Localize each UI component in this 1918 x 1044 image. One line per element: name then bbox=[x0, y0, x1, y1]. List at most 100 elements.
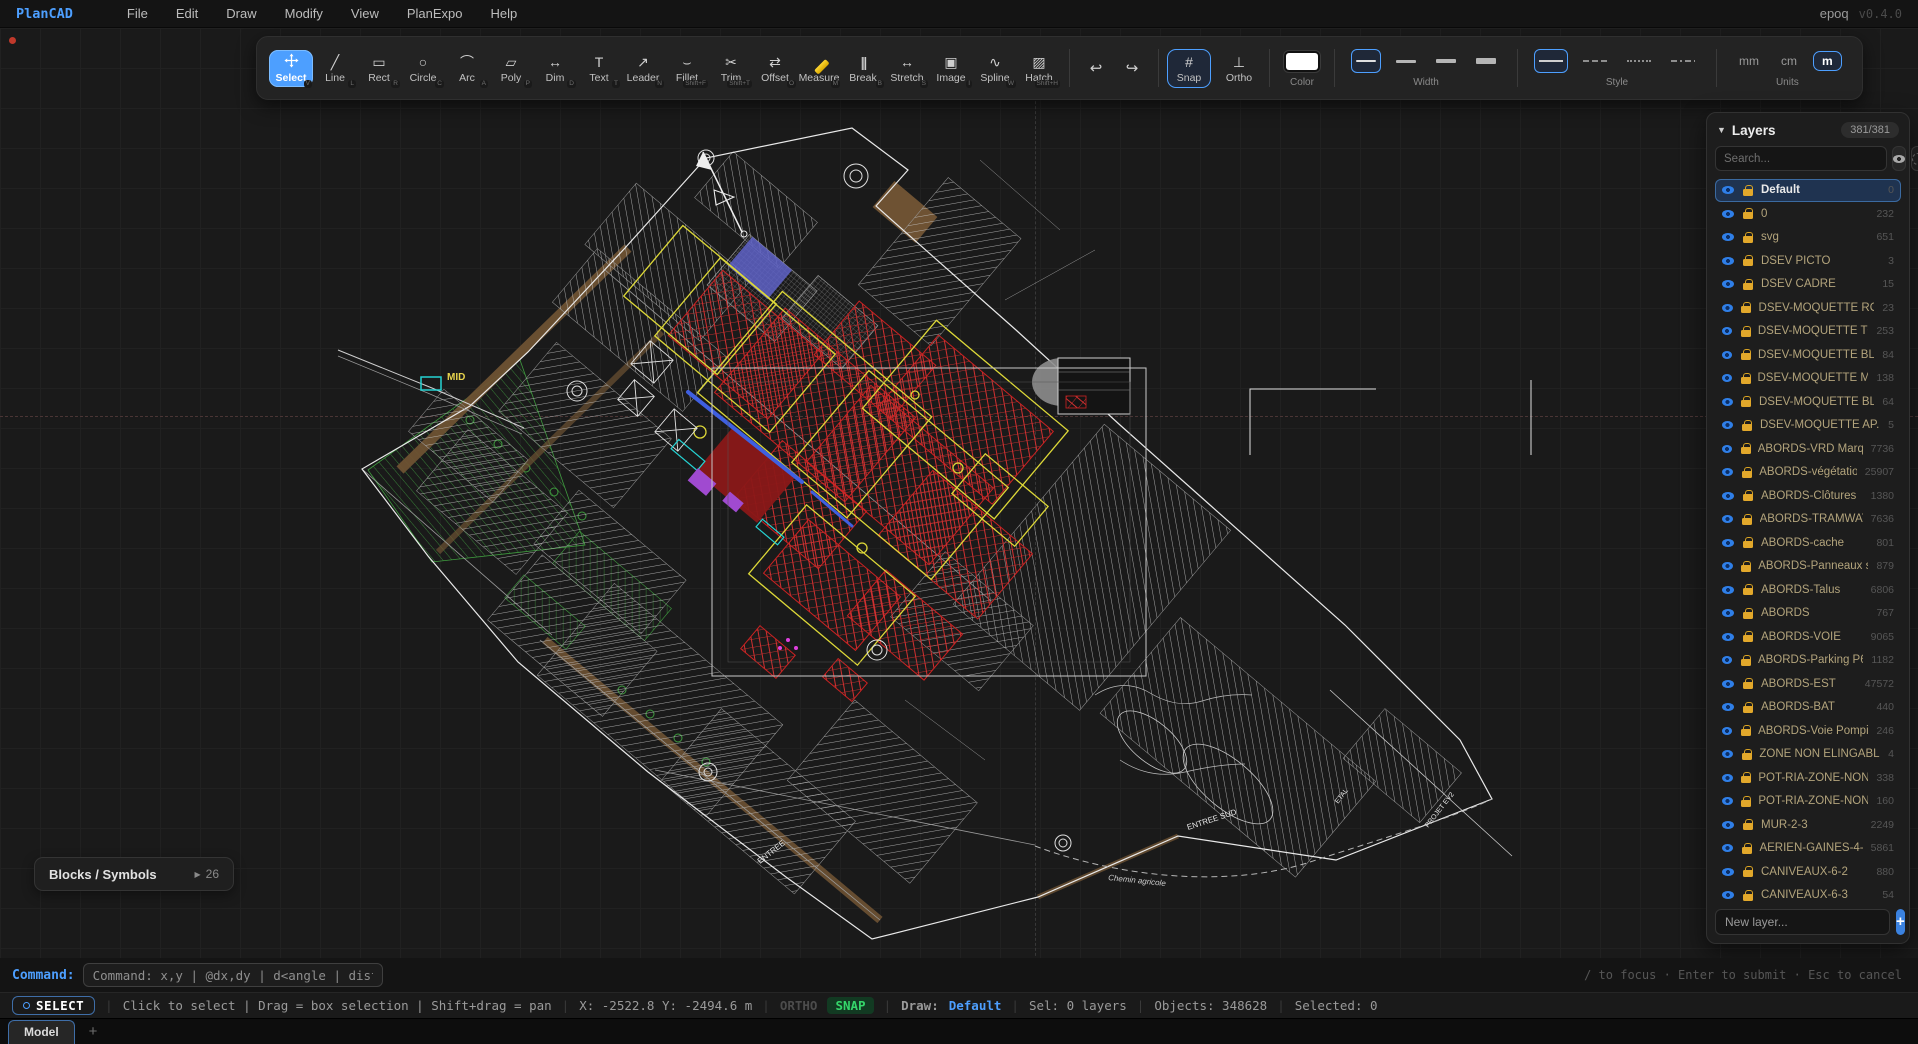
menu-modify[interactable]: Modify bbox=[271, 6, 337, 21]
layer-row[interactable]: DSEV PICTO3 bbox=[1715, 250, 1901, 273]
lock-icon[interactable] bbox=[1740, 443, 1749, 454]
visibility-eye-icon[interactable] bbox=[1722, 539, 1734, 547]
width-option-3[interactable] bbox=[1431, 49, 1461, 73]
layer-row[interactable]: ABORDS-Voie Pompiers246 bbox=[1715, 720, 1901, 743]
visibility-eye-icon[interactable] bbox=[1722, 468, 1733, 476]
unit-mm[interactable]: mm bbox=[1733, 52, 1765, 70]
drawing-viewport[interactable]: MID bbox=[0, 28, 1918, 958]
tool-circle[interactable]: ○CircleC bbox=[401, 50, 445, 87]
tool-trim[interactable]: ✂TrimShift+T bbox=[709, 50, 753, 87]
layer-row[interactable]: ABORDS-Parking P6 ...1182 bbox=[1715, 649, 1901, 672]
color-swatch[interactable] bbox=[1286, 53, 1318, 70]
add-layer-button[interactable]: + bbox=[1896, 909, 1905, 935]
layer-row[interactable]: DSEV-MOQUETTE RO...23 bbox=[1715, 297, 1901, 320]
visibility-eye-icon[interactable] bbox=[1722, 821, 1734, 829]
lock-icon[interactable] bbox=[1742, 490, 1753, 501]
visibility-eye-icon[interactable] bbox=[1722, 515, 1733, 523]
tool-offset[interactable]: ⇄OffsetO bbox=[753, 50, 797, 87]
layer-row[interactable]: DSEV-MOQUETTE BLA...84 bbox=[1715, 344, 1901, 367]
visibility-eye-icon[interactable] bbox=[1722, 233, 1734, 241]
tool-stretch[interactable]: ↔StretchS bbox=[885, 50, 929, 87]
layer-row[interactable]: MUR-2-32249 bbox=[1715, 814, 1901, 837]
visibility-eye-icon[interactable] bbox=[1722, 374, 1732, 382]
visibility-eye-icon[interactable] bbox=[1722, 727, 1732, 735]
lock-icon[interactable] bbox=[1742, 678, 1753, 689]
layer-row[interactable]: CANIVEAUX-6-2880 bbox=[1715, 861, 1901, 884]
layer-row[interactable]: ZONE NON ELINGABL...4 bbox=[1715, 743, 1901, 766]
lock-icon[interactable] bbox=[1742, 185, 1753, 196]
snap-toggle[interactable]: # Snap bbox=[1167, 49, 1211, 88]
lock-icon[interactable] bbox=[1741, 514, 1751, 525]
visibility-eye-icon[interactable] bbox=[1722, 609, 1734, 617]
menu-draw[interactable]: Draw bbox=[212, 6, 270, 21]
style-option-dashed[interactable] bbox=[1578, 49, 1612, 73]
lock-icon[interactable] bbox=[1741, 561, 1751, 572]
lock-icon[interactable] bbox=[1740, 349, 1750, 360]
visibility-eye-icon[interactable] bbox=[1722, 398, 1733, 406]
visibility-eye-icon[interactable] bbox=[1722, 656, 1732, 664]
layer-row[interactable]: ABORDS-Panneaux si...879 bbox=[1715, 555, 1901, 578]
visibility-eye-icon[interactable] bbox=[1722, 210, 1734, 218]
visibility-eye-icon[interactable] bbox=[1722, 304, 1733, 312]
layer-row[interactable]: AERIEN-GAINES-4-25861 bbox=[1715, 837, 1901, 860]
lock-icon[interactable] bbox=[1741, 396, 1751, 407]
style-option-dotted[interactable] bbox=[1622, 49, 1656, 73]
lock-icon[interactable] bbox=[1741, 772, 1751, 783]
visibility-eye-icon[interactable] bbox=[1722, 445, 1732, 453]
visibility-eye-icon[interactable] bbox=[1722, 562, 1733, 570]
layer-row[interactable]: DSEV-MOQUETTE AP...5 bbox=[1715, 414, 1901, 437]
style-option-solid[interactable] bbox=[1534, 49, 1568, 73]
lock-icon[interactable] bbox=[1740, 655, 1750, 666]
tool-spline[interactable]: ∿SplineW bbox=[973, 50, 1017, 87]
tool-hatch[interactable]: ▨HatchShift+H bbox=[1017, 50, 1061, 87]
visibility-eye-icon[interactable] bbox=[1722, 280, 1734, 288]
ortho-toggle[interactable]: ⊥ Ortho bbox=[1217, 50, 1261, 87]
visibility-eye-icon[interactable] bbox=[1722, 327, 1732, 335]
visibility-eye-icon[interactable] bbox=[1722, 257, 1734, 265]
lock-icon[interactable] bbox=[1742, 608, 1753, 619]
menu-file[interactable]: File bbox=[113, 6, 162, 21]
tool-fillet[interactable]: ⌣FilletShift+F bbox=[665, 50, 709, 87]
width-option-1[interactable] bbox=[1351, 49, 1381, 73]
lock-icon[interactable] bbox=[1741, 302, 1751, 313]
visibility-eye-icon[interactable] bbox=[1722, 844, 1733, 852]
visibility-eye-icon[interactable] bbox=[1722, 703, 1734, 711]
width-option-4[interactable] bbox=[1471, 49, 1501, 73]
lock-icon[interactable] bbox=[1740, 725, 1750, 736]
menu-help[interactable]: Help bbox=[477, 6, 532, 21]
visibility-eye-icon[interactable] bbox=[1722, 351, 1732, 359]
layer-row[interactable]: DSEV-MOQUETTE BL...64 bbox=[1715, 391, 1901, 414]
tool-image[interactable]: ▣ImageI bbox=[929, 50, 973, 87]
layer-row[interactable]: DSEV CADRE15 bbox=[1715, 273, 1901, 296]
layer-row[interactable]: ABORDS767 bbox=[1715, 602, 1901, 625]
tool-select[interactable]: SelectV bbox=[269, 50, 313, 87]
ortho-status[interactable]: ORTHO bbox=[780, 998, 818, 1013]
tool-text[interactable]: TTextT bbox=[577, 50, 621, 87]
redo-button[interactable]: ↪ bbox=[1114, 50, 1150, 86]
layer-row[interactable]: Default0 bbox=[1715, 179, 1901, 202]
lock-icon[interactable] bbox=[1742, 890, 1753, 901]
lock-icon[interactable] bbox=[1741, 796, 1751, 807]
lock-icon[interactable] bbox=[1741, 843, 1751, 854]
unit-cm[interactable]: cm bbox=[1775, 52, 1803, 70]
layer-row[interactable]: ABORDS-végétation25907 bbox=[1715, 461, 1901, 484]
layer-row[interactable]: POT-RIA-ZONE-NON-...160 bbox=[1715, 790, 1901, 813]
visibility-eye-icon[interactable] bbox=[1722, 680, 1734, 688]
visibility-eye-icon[interactable] bbox=[1722, 774, 1733, 782]
visibility-eye-icon[interactable] bbox=[1722, 868, 1734, 876]
visibility-eye-icon[interactable] bbox=[1722, 750, 1733, 758]
lock-icon[interactable] bbox=[1741, 749, 1751, 760]
layer-row[interactable]: ABORDS-Talus6806 bbox=[1715, 579, 1901, 602]
layer-row[interactable]: DSEV-MOQUETTE TO...253 bbox=[1715, 320, 1901, 343]
visibility-eye-icon[interactable] bbox=[1722, 421, 1733, 429]
select-mode-button[interactable]: SELECT bbox=[12, 996, 95, 1015]
lock-icon[interactable] bbox=[1740, 373, 1749, 384]
tool-leader[interactable]: ↗LeaderN bbox=[621, 50, 665, 87]
lock-icon[interactable] bbox=[1742, 631, 1753, 642]
tool-measure[interactable]: MeasureM bbox=[797, 50, 841, 87]
layer-row[interactable]: DSEV-MOQUETTE MO...138 bbox=[1715, 367, 1901, 390]
layer-row[interactable]: ABORDS-VRD Marqu...7736 bbox=[1715, 438, 1901, 461]
menu-view[interactable]: View bbox=[337, 6, 393, 21]
visibility-eye-icon[interactable] bbox=[1722, 492, 1734, 500]
lock-icon[interactable] bbox=[1742, 232, 1753, 243]
